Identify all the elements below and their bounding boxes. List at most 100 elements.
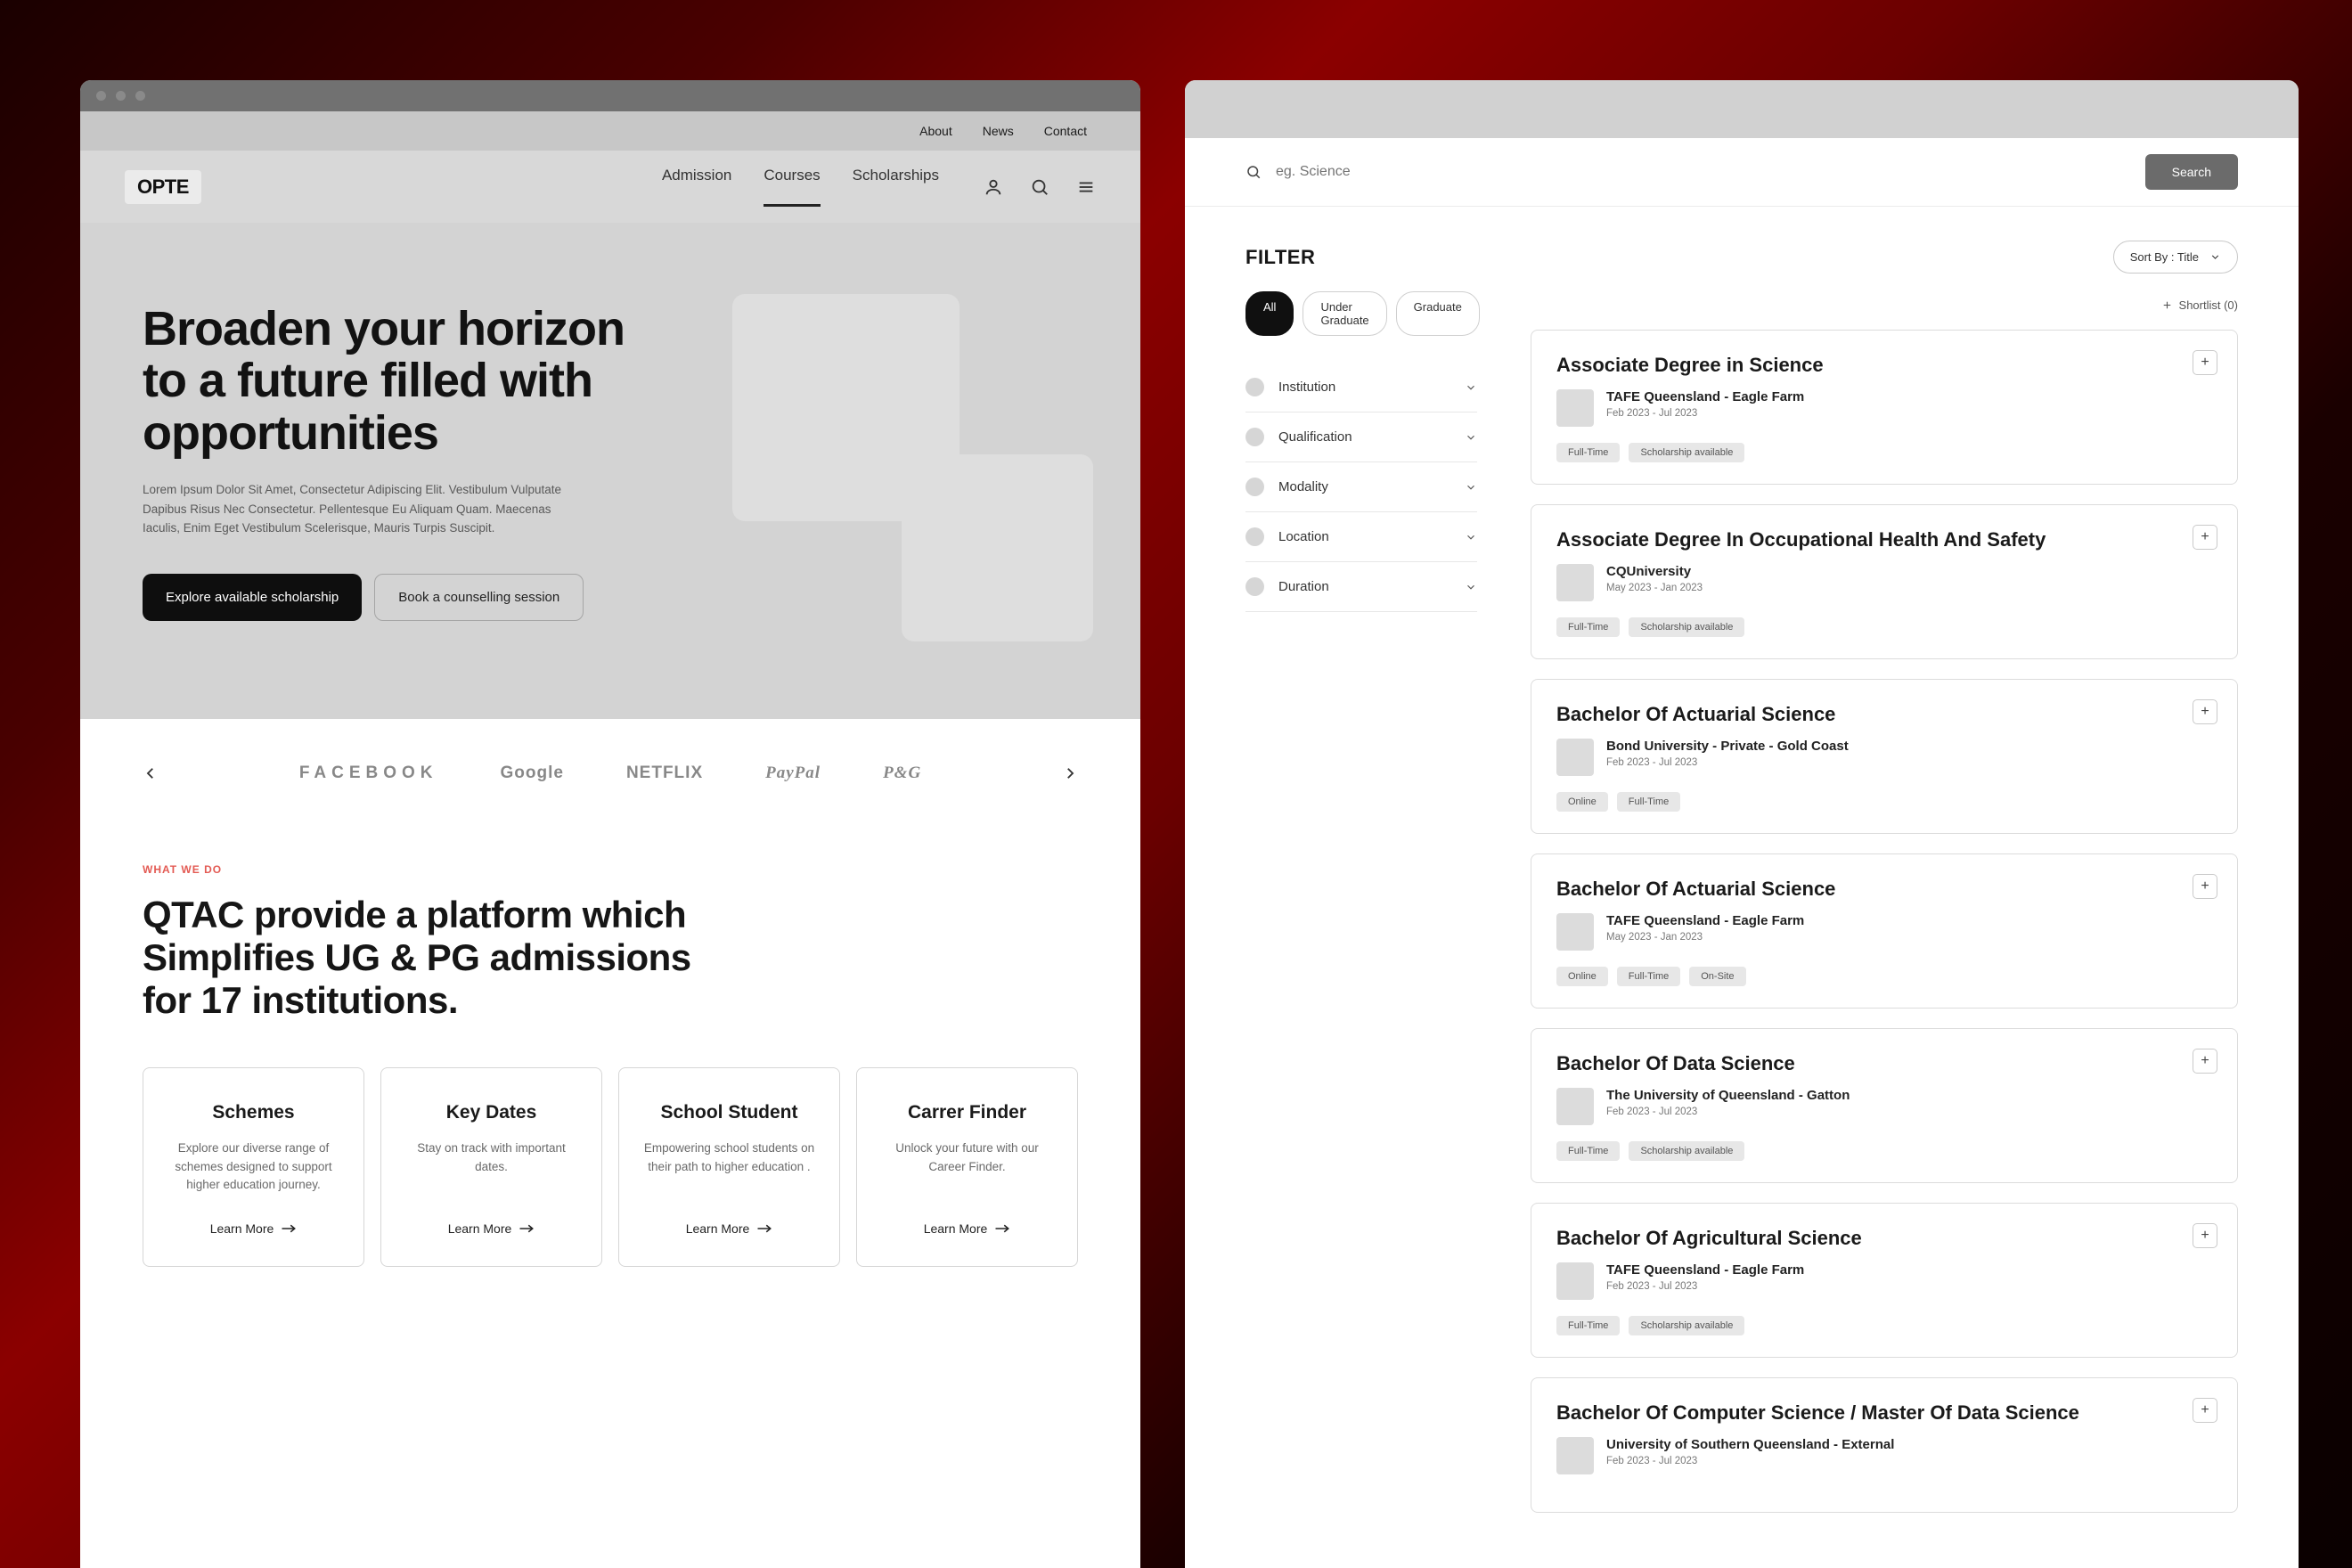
chip-all[interactable]: All [1245,291,1294,336]
topbar-about[interactable]: About [919,124,952,138]
add-shortlist-button[interactable]: + [2193,874,2217,899]
add-shortlist-button[interactable]: + [2193,525,2217,550]
institution-name: TAFE Queensland - Eagle Farm [1606,1262,1804,1278]
filter-facet[interactable]: Qualification [1245,412,1477,462]
institution-name: TAFE Queensland - Eagle Farm [1606,913,1804,928]
learn-more-label: Learn More [924,1221,988,1236]
close-dot[interactable] [96,91,106,101]
search-button[interactable]: Search [2145,154,2238,190]
hero-images [723,303,1078,621]
logos-next-arrow-icon[interactable] [1062,765,1078,781]
shortlist-label: Shortlist (0) [2179,298,2238,312]
minimize-dot[interactable] [116,91,126,101]
card-title: Key Dates [404,1102,578,1123]
nav-links: Admission Courses Scholarships [662,167,939,207]
facet-icon [1245,478,1264,496]
course-dates: Feb 2023 - Jul 2023 [1606,1456,1894,1466]
sort-by-dropdown[interactable]: Sort By : Title [2113,241,2238,274]
add-shortlist-button[interactable]: + [2193,1223,2217,1248]
learn-more-label: Learn More [686,1221,750,1236]
course-tag: Scholarship available [1629,443,1744,462]
facet-label: Location [1278,529,1465,544]
course-card[interactable]: + Bachelor Of Actuarial Science Bond Uni… [1531,679,2238,834]
logos-prev-arrow-icon[interactable] [143,765,159,781]
course-card[interactable]: + Bachelor Of Agricultural Science TAFE … [1531,1203,2238,1358]
search-icon [1245,164,1262,180]
add-shortlist-button[interactable]: + [2193,350,2217,375]
book-counselling-button[interactable]: Book a counselling session [374,574,584,621]
course-title: Bachelor Of Actuarial Science [1556,878,2212,901]
course-dates: May 2023 - Jan 2023 [1606,932,1804,943]
facet-label: Duration [1278,579,1465,594]
add-shortlist-button[interactable]: + [2193,1049,2217,1074]
course-title: Associate Degree in Science [1556,354,2212,377]
filter-panel-topbar [1185,80,2299,138]
nav-courses[interactable]: Courses [764,167,820,207]
partner-logos-row: FACEBOOK Google NETFLIX PayPal P&G [80,719,1140,828]
chip-undergraduate[interactable]: Under Graduate [1303,291,1386,336]
filter-facet[interactable]: Duration [1245,562,1477,612]
filter-facet[interactable]: Institution [1245,363,1477,412]
institution-name: CQUniversity [1606,564,1703,579]
card-body: Explore our diverse range of schemes des… [167,1139,340,1196]
filter-facet[interactable]: Location [1245,512,1477,562]
learn-more-link[interactable]: Learn More [642,1221,816,1236]
institution-thumb [1556,564,1594,601]
add-shortlist-button[interactable]: + [2193,1398,2217,1423]
utility-bar: About News Contact [80,111,1140,151]
learn-more-link[interactable]: Learn More [404,1221,578,1236]
course-card[interactable]: + Bachelor Of Actuarial Science TAFE Que… [1531,853,2238,1009]
hero-body: Lorem Ipsum Dolor Sit Amet, Consectetur … [143,480,588,538]
homepage-panel: About News Contact OPTE Admission Course… [80,80,1140,1568]
course-title: Bachelor Of Actuarial Science [1556,703,2212,726]
chip-graduate[interactable]: Graduate [1396,291,1480,336]
course-tag: On-Site [1689,967,1745,986]
learn-more-link[interactable]: Learn More [167,1221,340,1236]
facet-icon [1245,428,1264,446]
search-icon[interactable] [1030,177,1049,197]
arrow-right-icon [281,1223,297,1234]
course-title: Bachelor Of Computer Science / Master Of… [1556,1401,2212,1425]
course-title: Bachelor Of Data Science [1556,1052,2212,1075]
search-input[interactable] [1276,164,2145,180]
institution-thumb [1556,739,1594,776]
maximize-dot[interactable] [135,91,145,101]
institution-thumb [1556,1088,1594,1125]
course-tag: Full-Time [1617,967,1680,986]
learn-more-link[interactable]: Learn More [880,1221,1054,1236]
course-tag: Scholarship available [1629,1316,1744,1335]
hero-image-placeholder-2 [902,454,1093,641]
level-chips: All Under Graduate Graduate [1245,291,1477,336]
chevron-down-icon [1465,481,1477,494]
course-tag: Full-Time [1556,1316,1620,1335]
topbar-contact[interactable]: Contact [1044,124,1087,138]
eyebrow: WHAT WE DO [143,863,1078,876]
menu-icon[interactable] [1076,177,1096,197]
course-card[interactable]: + Associate Degree in Science TAFE Queen… [1531,330,2238,485]
plus-icon [2161,299,2173,311]
sort-by-label: Sort By : Title [2130,250,2199,264]
nav-scholarships[interactable]: Scholarships [853,167,939,207]
chevron-down-icon [2209,251,2221,263]
hero-text: Broaden your horizon to a future filled … [143,303,670,621]
learn-more-label: Learn More [210,1221,274,1236]
topbar-news[interactable]: News [983,124,1014,138]
user-icon[interactable] [984,177,1003,197]
feature-card: Carrer Finder Unlock your future with ou… [856,1067,1078,1268]
shortlist-link[interactable]: Shortlist (0) [1531,298,2238,312]
filter-facet[interactable]: Modality [1245,462,1477,512]
facet-label: Modality [1278,479,1465,494]
logo[interactable]: OPTE [125,170,201,204]
course-tag: Scholarship available [1629,1141,1744,1161]
add-shortlist-button[interactable]: + [2193,699,2217,724]
institution-name: TAFE Queensland - Eagle Farm [1606,389,1804,404]
explore-scholarship-button[interactable]: Explore available scholarship [143,574,362,621]
facet-icon [1245,527,1264,546]
course-card[interactable]: + Associate Degree In Occupational Healt… [1531,504,2238,659]
course-card[interactable]: + Bachelor Of Data Science The Universit… [1531,1028,2238,1183]
course-card[interactable]: + Bachelor Of Computer Science / Master … [1531,1377,2238,1513]
course-tags: Full-TimeScholarship available [1556,1141,2212,1161]
nav-admission[interactable]: Admission [662,167,731,207]
course-title: Associate Degree In Occupational Health … [1556,528,2212,551]
course-tag: Online [1556,967,1608,986]
